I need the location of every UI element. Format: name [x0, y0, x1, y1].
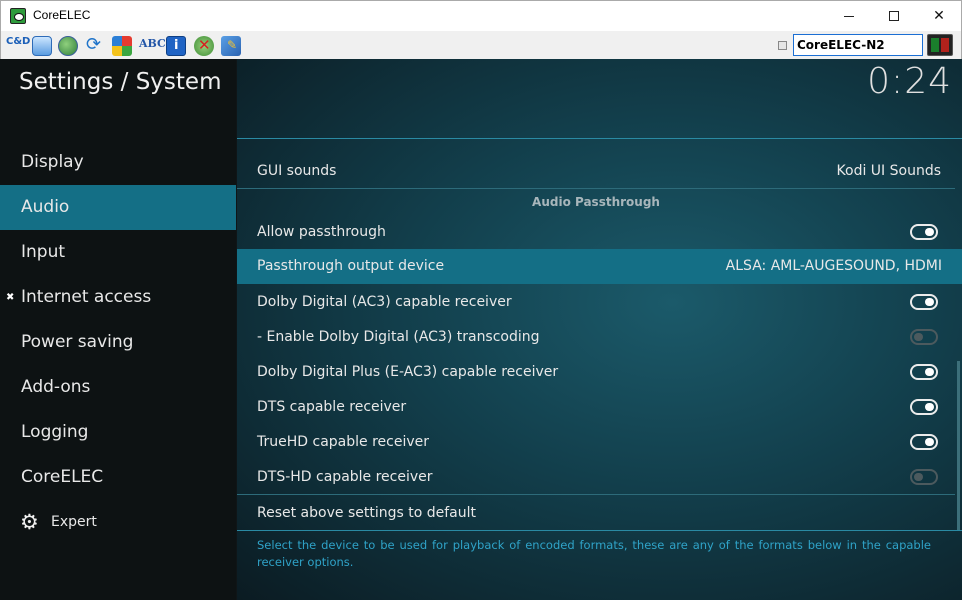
window-title: CoreELEC: [33, 8, 91, 22]
toolbar-checkbox[interactable]: [778, 41, 787, 50]
divider: [237, 188, 955, 189]
setting-ac3-transcoding[interactable]: - Enable Dolby Digital (AC3) transcoding: [237, 320, 955, 355]
list-top-divider: [237, 138, 962, 139]
connect-icon[interactable]: C&D: [6, 36, 30, 56]
sidebar-item-internet-access[interactable]: Internet access: [0, 275, 236, 320]
clock: 0:24: [867, 61, 952, 102]
toggle-on-icon[interactable]: [910, 294, 938, 310]
divider: [237, 494, 955, 495]
globe-icon[interactable]: [58, 36, 78, 56]
toggle-on-icon[interactable]: [910, 364, 938, 380]
setting-label: DTS-HD capable receiver: [257, 469, 433, 485]
setting-label: Dolby Digital (AC3) capable receiver: [257, 294, 512, 310]
gear-icon: ⚙: [20, 510, 39, 534]
minimize-button[interactable]: [826, 1, 872, 31]
maximize-icon: [889, 11, 899, 21]
sidebar-item-power-saving[interactable]: Power saving: [0, 320, 236, 365]
refresh-icon[interactable]: ⟳: [85, 34, 105, 56]
setting-label: Dolby Digital Plus (E-AC3) capable recei…: [257, 364, 559, 380]
setting-label: Passthrough output device: [257, 258, 445, 274]
setting-label: DTS capable receiver: [257, 399, 407, 415]
setting-gui-sounds[interactable]: GUI sounds Kodi UI Sounds: [237, 154, 955, 189]
scrollbar[interactable]: [957, 361, 960, 531]
setting-label: TrueHD capable receiver: [257, 434, 429, 450]
setting-value: ALSA: AML-AUGESOUND, HDMI: [725, 258, 942, 274]
close-button[interactable]: ✕: [916, 1, 962, 31]
toggle-off-icon[interactable]: [910, 469, 938, 485]
setting-allow-passthrough[interactable]: Allow passthrough: [237, 215, 955, 250]
settings-sidebar: Settings / System Display Audio Input In…: [0, 59, 236, 600]
maximize-button[interactable]: [871, 1, 917, 31]
settings-icon[interactable]: ✎: [221, 36, 241, 56]
toggle-on-icon[interactable]: [910, 224, 938, 240]
sidebar-item-logging[interactable]: Logging: [0, 410, 236, 455]
page-title: Settings / System: [19, 69, 222, 95]
help-text: Select the device to be used for playbac…: [257, 538, 931, 569]
sidebar-item-audio[interactable]: Audio: [0, 185, 236, 230]
info-icon[interactable]: i: [166, 36, 186, 56]
host-input[interactable]: CoreELEC-N2: [793, 34, 923, 56]
sidebar-item-input[interactable]: Input: [0, 230, 236, 275]
sidebar-item-add-ons[interactable]: Add-ons: [0, 365, 236, 410]
setting-dts-hd-receiver[interactable]: DTS-HD capable receiver: [237, 460, 955, 495]
settings-level-label: Expert: [51, 514, 97, 530]
sidebar-item-coreelec[interactable]: CoreELEC: [0, 455, 236, 500]
setting-truehd-receiver[interactable]: TrueHD capable receiver: [237, 425, 955, 460]
settings-level-button[interactable]: ⚙ Expert: [0, 500, 236, 545]
window-titlebar: CoreELEC ✕: [0, 0, 962, 31]
windows-icon[interactable]: [112, 36, 132, 56]
toolbar: C&D ⟳ ABC i ✕ ✎ CoreELEC-N2: [0, 31, 962, 59]
setting-label: GUI sounds: [257, 163, 337, 179]
setting-passthrough-output-device[interactable]: Passthrough output device ALSA: AML-AUGE…: [237, 249, 962, 284]
setting-dts-receiver[interactable]: DTS capable receiver: [237, 390, 955, 425]
list-bottom-divider: [237, 530, 962, 531]
toggle-on-icon[interactable]: [910, 434, 938, 450]
app-eye-icon: [10, 8, 26, 24]
window-icon[interactable]: [32, 36, 52, 56]
setting-label: - Enable Dolby Digital (AC3) transcoding: [257, 329, 540, 345]
toggle-on-icon[interactable]: [910, 399, 938, 415]
remote-control-icon[interactable]: [927, 34, 953, 56]
reset-settings-button[interactable]: Reset above settings to default: [237, 496, 955, 531]
setting-value: Kodi UI Sounds: [836, 163, 941, 179]
setting-label: Reset above settings to default: [257, 505, 476, 521]
setting-eac3-receiver[interactable]: Dolby Digital Plus (E-AC3) capable recei…: [237, 355, 955, 390]
mouse-cursor-icon: ✖: [6, 292, 15, 303]
sidebar-item-display[interactable]: Display: [0, 140, 236, 185]
setting-label: Allow passthrough: [257, 224, 386, 240]
section-header: Audio Passthrough: [532, 195, 660, 209]
settings-panel: 0:24 GUI sounds Kodi UI Sounds Audio Pas…: [237, 59, 962, 600]
setting-ac3-receiver[interactable]: Dolby Digital (AC3) capable receiver: [237, 285, 955, 320]
close-icon: ✕: [933, 8, 945, 24]
remote-icon[interactable]: ✕: [194, 36, 214, 56]
abc-icon[interactable]: ABC: [139, 36, 166, 56]
toggle-off-icon[interactable]: [910, 329, 938, 345]
minimize-icon: [844, 15, 854, 17]
kodi-screen: Settings / System Display Audio Input In…: [0, 59, 962, 600]
